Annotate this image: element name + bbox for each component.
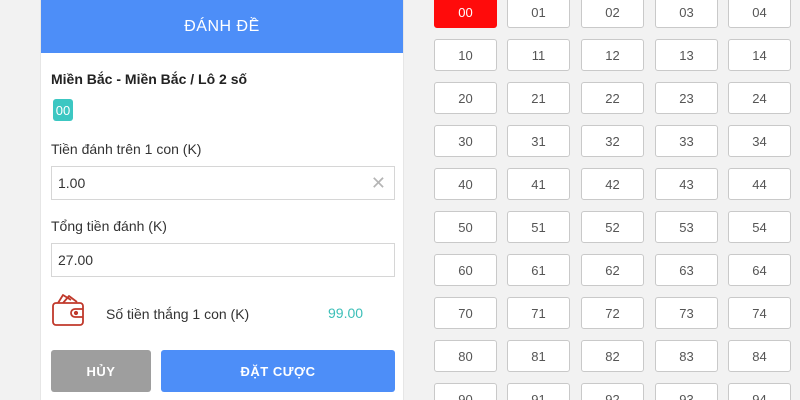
- number-cell-20[interactable]: 20: [434, 82, 497, 114]
- number-cell-34[interactable]: 34: [728, 125, 791, 157]
- win-amount-label: Số tiền thắng 1 con (K): [106, 306, 250, 322]
- win-amount-value: 99.00: [328, 305, 364, 321]
- number-cell-13[interactable]: 13: [655, 39, 718, 71]
- number-cell-33[interactable]: 33: [655, 125, 718, 157]
- number-cell-24[interactable]: 24: [728, 82, 791, 114]
- number-cell-12[interactable]: 12: [581, 39, 644, 71]
- number-cell-94[interactable]: 94: [728, 383, 791, 400]
- lottery-bet-screen: ĐÁNH ĐỀ Miền Bắc - Miền Bắc / Lô 2 số 00…: [0, 0, 800, 400]
- number-cell-00[interactable]: 00: [434, 0, 497, 28]
- number-cell-63[interactable]: 63: [655, 254, 718, 286]
- number-cell-60[interactable]: 60: [434, 254, 497, 286]
- number-cell-70[interactable]: 70: [434, 297, 497, 329]
- number-cell-54[interactable]: 54: [728, 211, 791, 243]
- number-cell-43[interactable]: 43: [655, 168, 718, 200]
- panel-header: ĐÁNH ĐỀ: [41, 0, 403, 53]
- number-grid: 00 01 02 03 04 10 11 12 13 14 20 21 22 23 24 30 31 32 33 34…: [425, 0, 800, 400]
- total-input[interactable]: 27.00: [51, 243, 395, 277]
- number-cell-01[interactable]: 01: [507, 0, 570, 28]
- number-cell-10[interactable]: 10: [434, 39, 497, 71]
- number-cell-51[interactable]: 51: [507, 211, 570, 243]
- number-cell-62[interactable]: 62: [581, 254, 644, 286]
- number-cell-03[interactable]: 03: [655, 0, 718, 28]
- total-value: 27.00: [58, 252, 94, 268]
- cancel-button[interactable]: HỦY: [51, 350, 151, 392]
- number-cell-91[interactable]: 91: [507, 383, 570, 400]
- number-cell-83[interactable]: 83: [655, 340, 718, 372]
- number-cell-52[interactable]: 52: [581, 211, 644, 243]
- number-cell-84[interactable]: 84: [728, 340, 791, 372]
- wallet-icon: [52, 294, 84, 326]
- number-cell-02[interactable]: 02: [581, 0, 644, 28]
- number-cell-92[interactable]: 92: [581, 383, 644, 400]
- number-cell-31[interactable]: 31: [507, 125, 570, 157]
- number-cell-80[interactable]: 80: [434, 340, 497, 372]
- number-cell-41[interactable]: 41: [507, 168, 570, 200]
- bet-panel: ĐÁNH ĐỀ Miền Bắc - Miền Bắc / Lô 2 số 00…: [40, 0, 404, 400]
- number-cell-50[interactable]: 50: [434, 211, 497, 243]
- number-cell-32[interactable]: 32: [581, 125, 644, 157]
- number-cell-21[interactable]: 21: [507, 82, 570, 114]
- number-cell-40[interactable]: 40: [434, 168, 497, 200]
- number-cell-93[interactable]: 93: [655, 383, 718, 400]
- number-cell-22[interactable]: 22: [581, 82, 644, 114]
- number-cell-14[interactable]: 14: [728, 39, 791, 71]
- number-cell-53[interactable]: 53: [655, 211, 718, 243]
- number-cell-73[interactable]: 73: [655, 297, 718, 329]
- selected-number-chip[interactable]: 00: [53, 99, 73, 121]
- close-icon[interactable]: ✕: [371, 173, 386, 193]
- number-cell-82[interactable]: 82: [581, 340, 644, 372]
- number-cell-74[interactable]: 74: [728, 297, 791, 329]
- number-cell-64[interactable]: 64: [728, 254, 791, 286]
- number-cell-11[interactable]: 11: [507, 39, 570, 71]
- number-cell-71[interactable]: 71: [507, 297, 570, 329]
- number-cell-42[interactable]: 42: [581, 168, 644, 200]
- stake-value: 1.00: [58, 175, 86, 191]
- number-cell-23[interactable]: 23: [655, 82, 718, 114]
- number-cell-04[interactable]: 04: [728, 0, 791, 28]
- number-cell-44[interactable]: 44: [728, 168, 791, 200]
- bet-type-title: Miền Bắc - Miền Bắc / Lô 2 số: [51, 71, 248, 87]
- number-cell-90[interactable]: 90: [434, 383, 497, 400]
- total-label: Tổng tiền đánh (K): [51, 218, 167, 234]
- number-cell-72[interactable]: 72: [581, 297, 644, 329]
- place-bet-button[interactable]: ĐẶT CƯỢC: [161, 350, 395, 392]
- number-cell-30[interactable]: 30: [434, 125, 497, 157]
- number-cell-61[interactable]: 61: [507, 254, 570, 286]
- stake-input[interactable]: 1.00 ✕: [51, 166, 395, 200]
- number-cell-81[interactable]: 81: [507, 340, 570, 372]
- stake-label: Tiền đánh trên 1 con (K): [51, 141, 202, 157]
